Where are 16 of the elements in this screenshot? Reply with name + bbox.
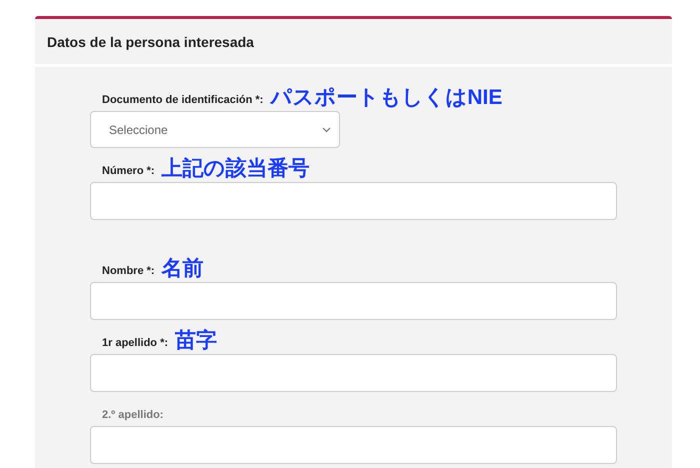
annotation-text: 苗字 xyxy=(175,330,218,351)
annotation-text: 上記の該当番号 xyxy=(162,158,310,179)
field-label: 1r apellido *: xyxy=(102,337,168,351)
field-label: Nombre *: xyxy=(102,265,155,279)
chevron-down-icon xyxy=(322,126,331,132)
input-field[interactable] xyxy=(90,182,617,220)
field-label: Documento de identificación *: xyxy=(102,94,264,108)
input-field[interactable] xyxy=(90,282,617,320)
annotation-text: パスポートもしくはNIE xyxy=(270,87,502,108)
field-label: 2.º apellido: xyxy=(102,409,164,423)
input-field[interactable] xyxy=(90,426,617,464)
input-field[interactable] xyxy=(90,354,617,392)
select-field[interactable]: Seleccione xyxy=(90,111,340,148)
annotation-text: 名前 xyxy=(162,258,204,279)
panel-title: Datos de la persona interesada xyxy=(47,34,254,50)
field-label: Número *: xyxy=(102,165,155,179)
